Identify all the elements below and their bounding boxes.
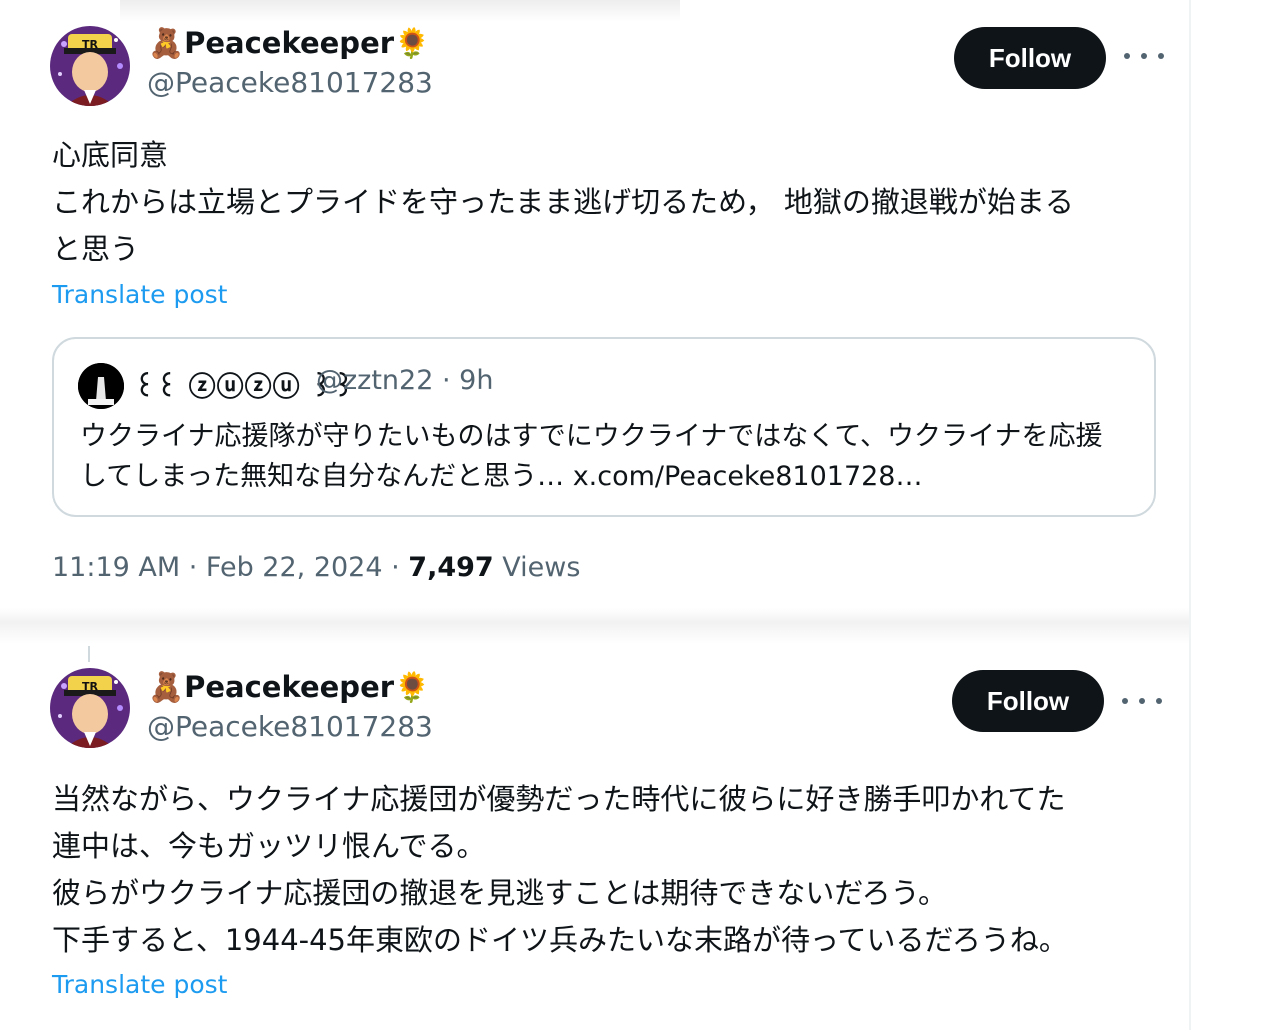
display-name[interactable]: 🧸Peacekeeper🌻: [148, 670, 430, 705]
translate-post-link[interactable]: Translate post: [52, 970, 227, 999]
svg-text:TR: TR: [82, 680, 99, 693]
avatar-image: TR: [50, 668, 130, 748]
tweet-text-line: 当然ながら、ウクライナ応援団が優勢だった時代に彼らに好き勝手叩かれてた: [52, 782, 1066, 816]
teddy-bear-icon: 🧸: [148, 670, 185, 704]
follow-button[interactable]: Follow: [952, 670, 1104, 732]
tweet-2: TR 🧸Peacekeeper🌻 @Peaceke81017283 Follow…: [0, 0, 1189, 1030]
tweet-text: 当然ながら、ウクライナ応援団が優勢だった時代に彼らに好き勝手叩かれてた 連中は、…: [52, 776, 1068, 964]
tweet-text-line: 彼らがウクライナ応援団の撤退を見逃すことは期待できないだろう。: [52, 876, 947, 910]
avatar[interactable]: TR: [50, 668, 130, 748]
column-divider: [1189, 0, 1191, 1030]
sunflower-icon: 🌻: [394, 670, 431, 704]
tweet-text-line: 連中は、今もガッツリ恨んでる。: [52, 829, 486, 863]
tweet-text-line: 下手すると、1944-45年東欧のドイツ兵みたいな末路が待っているだろうね。: [52, 923, 1068, 957]
more-icon[interactable]: [1122, 691, 1162, 711]
display-name-text: Peacekeeper: [184, 670, 395, 704]
user-handle[interactable]: @Peaceke81017283: [147, 710, 433, 743]
